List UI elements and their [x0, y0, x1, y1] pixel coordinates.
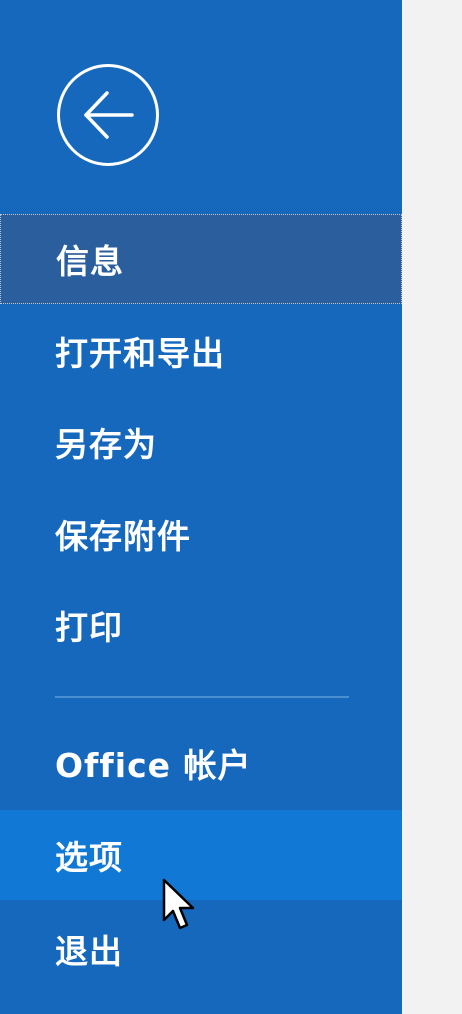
menu-item-label: 另存为: [55, 425, 157, 464]
menu-item-label: 打开和导出: [55, 334, 225, 373]
menu-divider: [55, 696, 349, 698]
menu-item-open-export[interactable]: 打开和导出: [0, 306, 402, 396]
menu-item-label: Office 帐户: [55, 746, 252, 785]
back-button[interactable]: [57, 64, 159, 166]
menu-item-label: 选项: [55, 838, 123, 877]
menu-item-label: 信息: [56, 242, 124, 281]
menu-item-save-attachments[interactable]: 保存附件: [0, 489, 402, 579]
menu-item-print[interactable]: 打印: [0, 580, 402, 670]
backstage-sidebar: 信息 打开和导出 另存为 保存附件 打印 Office 帐户 选项 退出: [0, 0, 402, 1014]
mouse-pointer-icon: [162, 878, 195, 930]
menu-item-label: 退出: [55, 932, 123, 971]
menu-item-label: 保存附件: [55, 517, 191, 556]
arrow-left-icon: [84, 91, 134, 139]
menu-item-save-as[interactable]: 另存为: [0, 397, 402, 487]
content-area: [402, 0, 462, 1014]
menu-item-office-account[interactable]: Office 帐户: [0, 718, 402, 808]
menu-item-info[interactable]: 信息: [0, 214, 402, 304]
menu-item-label: 打印: [55, 608, 123, 647]
